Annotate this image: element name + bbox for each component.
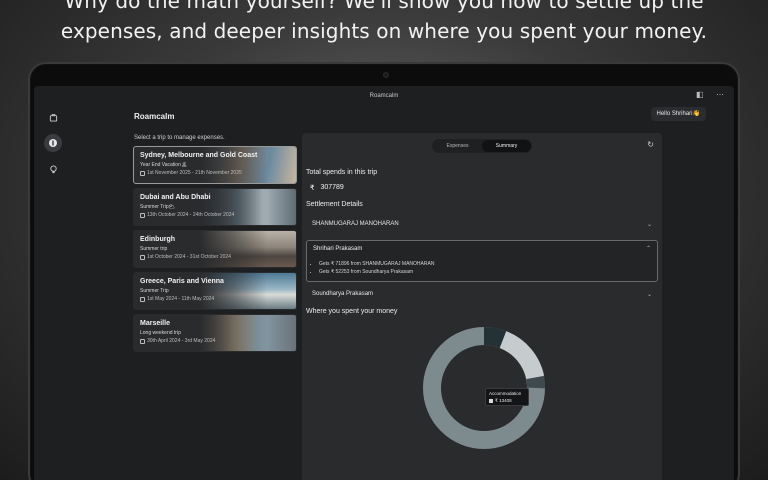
settlement-row[interactable]: SHANMUGARAJ MANOHARAN ⌄ — [306, 215, 658, 233]
trip-name: Dubai and Abu Dhabi — [140, 194, 211, 201]
tab-summary[interactable]: Summary — [482, 140, 531, 152]
more-options-icon[interactable]: ⋯ — [716, 91, 724, 99]
trip-type: Summer trip — [140, 246, 168, 252]
person-name: Shrihari Prakasam — [313, 245, 363, 252]
person-name: SHANMUGARAJ MANOHARAN — [312, 221, 399, 227]
view-switcher: Expenses Summary — [432, 139, 532, 153]
trip-prompt: Select a trip to manage expenses. — [134, 135, 225, 141]
currency-symbol: ₹ — [310, 185, 315, 192]
trip-card[interactable]: Greece, Paris and Vienna Summer Trip 1st… — [133, 272, 297, 310]
calendar-icon — [140, 296, 145, 302]
trip-card[interactable]: Marseille Long weekend trip 30th April 2… — [133, 314, 297, 352]
person-name: Soundharya Prakasam — [312, 291, 374, 297]
sidebar — [40, 108, 66, 480]
chevron-down-icon: ⌄ — [646, 221, 652, 228]
settlement-line: Gets ₹ 52253 from Soundharya Prakasam — [319, 268, 657, 276]
wallet-icon — [49, 139, 57, 147]
calendar-icon — [140, 212, 145, 218]
trip-type: Summer Trip — [140, 288, 169, 294]
trip-type: Long weekend trip — [140, 330, 181, 336]
trip-list: Sydney, Melbourne and Gold Coast Year En… — [133, 146, 297, 352]
settlement-row-expanded[interactable]: Shrihari Prakasam ⌃ Gets ₹ 71896 from SH… — [306, 240, 658, 282]
legend-swatch — [489, 399, 493, 403]
title-bar: Roamcalm ◧ ⋯ — [34, 86, 734, 106]
donut-segment-dark[interactable] — [526, 375, 546, 389]
sidebar-item-expenses[interactable] — [44, 134, 62, 152]
headline: Why do the math yourself? We'll show you… — [60, 0, 708, 43]
app-title: Roamcalm — [134, 112, 175, 121]
trip-card[interactable]: Sydney, Melbourne and Gold Coast Year En… — [133, 146, 297, 184]
calendar-icon — [140, 338, 145, 344]
chart-tooltip: Accommodation ₹ 13408 — [485, 388, 529, 406]
trip-type: Year End Vacation🏝 — [140, 162, 188, 168]
sidebar-item-trips[interactable] — [44, 108, 62, 126]
app-window: Roamcalm ◧ ⋯ Roamcalm Hello Shrihari👋 Se… — [34, 86, 734, 480]
total-label: Total spends in this trip — [306, 169, 378, 176]
chevron-up-icon: ⌃ — [645, 246, 651, 252]
trip-name: Greece, Paris and Vienna — [140, 278, 224, 285]
trip-name: Marseille — [140, 320, 170, 327]
calendar-icon — [140, 170, 145, 176]
trip-card[interactable]: Dubai and Abu Dhabi Summer Trip🌥 13th Oc… — [133, 188, 297, 226]
summary-panel: Expenses Summary ↻ Total spends in this … — [302, 133, 662, 480]
spent-label: Where you spent your money — [306, 308, 398, 315]
chevron-down-icon: ⌄ — [646, 291, 652, 298]
lightbulb-icon — [49, 164, 57, 173]
donut-segment-dark[interactable] — [483, 327, 507, 349]
refresh-icon[interactable]: ↻ — [647, 140, 654, 149]
settlement-row[interactable]: Soundharya Prakasam ⌄ — [306, 285, 658, 303]
briefcase-icon — [49, 113, 57, 122]
laptop-frame: Roamcalm ◧ ⋯ Roamcalm Hello Shrihari👋 Se… — [28, 62, 740, 480]
trip-name: Sydney, Melbourne and Gold Coast — [140, 152, 258, 159]
trip-name: Edinburgh — [140, 236, 175, 243]
tab-expenses[interactable]: Expenses — [433, 140, 482, 152]
sidebar-toggle-icon[interactable]: ◧ — [696, 91, 704, 99]
greeting-button[interactable]: Hello Shrihari👋 — [650, 107, 706, 121]
tooltip-value: ₹ 13408 — [495, 398, 512, 403]
sidebar-item-insights[interactable] — [44, 160, 62, 178]
trip-type: Summer Trip🌥 — [140, 204, 175, 210]
trip-dates: 1st May 2024 - 11th May 2024 — [147, 296, 215, 302]
trip-dates: 30th April 2024 - 3rd May 2024 — [147, 338, 216, 344]
trip-dates: 13th October 2024 - 24th October 2024 — [147, 212, 235, 218]
donut-segment-light[interactable] — [499, 331, 545, 380]
tooltip-category: Accommodation — [489, 391, 522, 396]
total-amount: ₹ 307789 — [310, 184, 344, 192]
settlement-label: Settlement Details — [306, 201, 363, 208]
trip-dates: 1st October 2024 - 31st October 2024 — [147, 254, 231, 260]
settlement-line: Gets ₹ 71896 from SHANMUGARAJ MANOHARAN — [319, 260, 657, 268]
window-title: Roamcalm — [369, 93, 399, 99]
trip-card[interactable]: Edinburgh Summer trip 1st October 2024 -… — [133, 230, 297, 268]
calendar-icon — [140, 254, 145, 260]
camera — [383, 72, 389, 78]
total-value: 307789 — [320, 184, 344, 191]
trip-dates: 1st November 2025 - 21th November 2025 — [147, 170, 242, 176]
